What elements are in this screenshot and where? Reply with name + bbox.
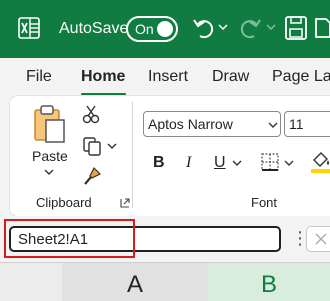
column-label: B bbox=[260, 271, 277, 298]
column-header-b[interactable]: B bbox=[208, 263, 330, 301]
paste-button-label[interactable]: Paste bbox=[32, 148, 68, 164]
font-group-label: Font bbox=[251, 195, 278, 210]
font-name-value: Aptos Narrow bbox=[148, 116, 233, 132]
name-box-highlight bbox=[4, 219, 135, 258]
tab-draw[interactable]: Draw bbox=[212, 68, 249, 86]
font-size-select[interactable]: 11 bbox=[284, 111, 330, 137]
format-painter-icon[interactable] bbox=[82, 166, 102, 186]
cut-icon[interactable] bbox=[82, 104, 100, 124]
chevron-down-icon[interactable] bbox=[232, 159, 242, 167]
tab-insert[interactable]: Insert bbox=[148, 68, 188, 86]
toggle-knob bbox=[157, 21, 173, 37]
title-bar: AutoSave On bbox=[0, 0, 330, 58]
ribbon-panel: Paste Clipboard Aptos Narrow 11 B I U Fo… bbox=[10, 96, 330, 216]
tab-home[interactable]: Home bbox=[81, 68, 125, 86]
undo-icon[interactable] bbox=[192, 14, 216, 42]
autosave-label: AutoSave bbox=[59, 20, 129, 37]
autosave-toggle-state: On bbox=[135, 21, 154, 37]
close-icon bbox=[315, 233, 327, 245]
font-name-select[interactable]: Aptos Narrow bbox=[143, 111, 281, 137]
redo-icon[interactable] bbox=[238, 14, 262, 42]
italic-button[interactable]: I bbox=[186, 154, 191, 172]
ribbon-tabs: File Home Insert Draw Page La bbox=[0, 58, 330, 96]
column-label: A bbox=[126, 271, 143, 298]
copy-icon[interactable] bbox=[82, 136, 102, 156]
font-size-value: 11 bbox=[289, 116, 304, 132]
tab-file[interactable]: File bbox=[26, 68, 52, 86]
column-header-a[interactable]: A bbox=[62, 263, 209, 301]
save-icon[interactable] bbox=[284, 15, 308, 41]
borders-icon[interactable] bbox=[260, 152, 280, 172]
underline-button[interactable]: U bbox=[214, 154, 226, 172]
bold-button[interactable]: B bbox=[153, 154, 165, 172]
chevron-down-icon[interactable] bbox=[44, 168, 54, 176]
cancel-button[interactable] bbox=[306, 226, 330, 252]
chevron-down-icon[interactable] bbox=[284, 159, 294, 167]
autosave-toggle[interactable]: On bbox=[126, 16, 178, 42]
dialog-launcher-icon[interactable] bbox=[120, 198, 130, 208]
paste-icon[interactable] bbox=[32, 104, 66, 144]
more-commands-icon[interactable] bbox=[314, 15, 330, 41]
tab-page-layout[interactable]: Page La bbox=[272, 68, 330, 86]
chevron-down-icon[interactable] bbox=[107, 142, 117, 150]
clipboard-group-label: Clipboard bbox=[36, 195, 92, 210]
excel-logo-icon bbox=[18, 17, 40, 39]
formula-bar: Sheet2!A1 ⋮ bbox=[0, 216, 330, 262]
fill-color-icon[interactable] bbox=[310, 150, 330, 174]
chevron-down-icon[interactable] bbox=[266, 22, 276, 32]
select-all-corner[interactable] bbox=[0, 263, 63, 301]
group-divider bbox=[132, 102, 133, 208]
chevron-down-icon[interactable] bbox=[218, 22, 228, 32]
chevron-down-icon[interactable] bbox=[268, 121, 278, 129]
column-headers: A B bbox=[0, 262, 330, 301]
